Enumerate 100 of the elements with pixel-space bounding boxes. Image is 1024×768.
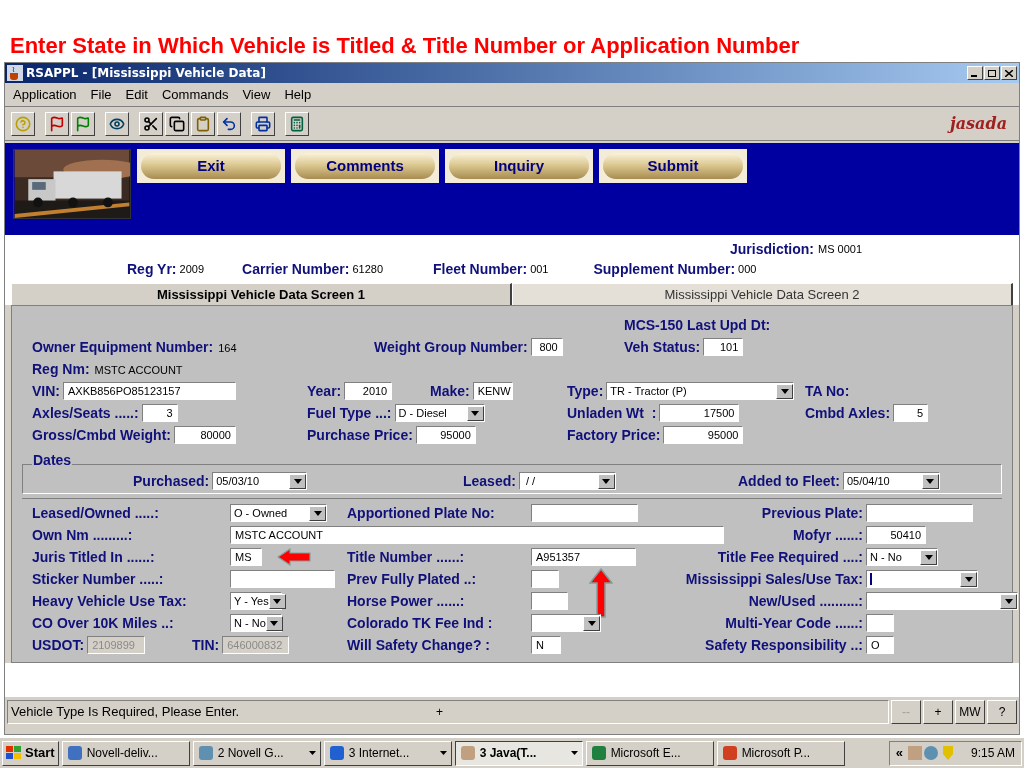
taskbar-item[interactable]: Microsoft P... bbox=[716, 740, 845, 766]
close-button[interactable] bbox=[1001, 66, 1017, 80]
dropdown-button[interactable] bbox=[920, 549, 937, 565]
text-field[interactable]: 5 bbox=[893, 404, 929, 422]
tab[interactable]: Mississippi Vehicle Data Screen 1 bbox=[11, 283, 512, 305]
toolbar-button[interactable] bbox=[139, 111, 163, 136]
toolbar-button[interactable] bbox=[217, 111, 241, 136]
status-button[interactable]: ? bbox=[987, 700, 1017, 724]
text-field[interactable]: AXKB856PO85123157 bbox=[63, 382, 236, 400]
dropdown-button[interactable] bbox=[921, 473, 939, 489]
taskbar-item[interactable]: 3 Java(T... bbox=[454, 740, 583, 766]
dropdown-field[interactable]: N - No bbox=[866, 548, 938, 566]
toolbar-button[interactable] bbox=[191, 111, 215, 136]
field-label: Reg Nm: bbox=[32, 359, 91, 379]
dropdown-field[interactable] bbox=[531, 614, 601, 632]
copy-icon bbox=[169, 115, 185, 132]
text-field[interactable] bbox=[866, 504, 973, 522]
tab[interactable]: Mississippi Vehicle Data Screen 2 bbox=[512, 283, 1013, 305]
text-field[interactable]: 95000 bbox=[663, 426, 744, 444]
minimize-button[interactable] bbox=[967, 66, 983, 80]
caret-icon bbox=[926, 478, 935, 484]
taskbar-item[interactable]: Novell-deliv... bbox=[61, 740, 190, 766]
menu-item[interactable]: View bbox=[242, 84, 271, 105]
status-message: Vehicle Type Is Required, Please Enter. bbox=[11, 703, 241, 722]
menu-item[interactable]: File bbox=[90, 84, 112, 105]
dropdown-button[interactable] bbox=[309, 505, 326, 521]
taskbar-item[interactable]: 3 Internet... bbox=[323, 740, 452, 766]
text-field[interactable] bbox=[230, 570, 335, 588]
caret-icon bbox=[439, 751, 447, 755]
dropdown-button[interactable] bbox=[265, 615, 283, 631]
dropdown-button[interactable] bbox=[268, 593, 286, 609]
caret-icon bbox=[273, 598, 282, 604]
status-button[interactable]: + bbox=[923, 700, 953, 724]
text-field[interactable]: 3 bbox=[141, 404, 178, 422]
text-field[interactable] bbox=[531, 592, 568, 610]
menu-item[interactable]: Application bbox=[13, 84, 77, 105]
dropdown-button[interactable] bbox=[1000, 593, 1017, 609]
dropdown-button[interactable] bbox=[466, 405, 484, 421]
text-field[interactable]: 101 bbox=[703, 338, 744, 356]
text-field[interactable]: 50410 bbox=[866, 526, 926, 544]
toolbar-button[interactable] bbox=[285, 111, 309, 136]
dropdown-button[interactable] bbox=[960, 571, 977, 587]
text-field[interactable]: N bbox=[531, 636, 561, 654]
text-field[interactable]: MSTC ACCOUNT bbox=[230, 526, 724, 544]
menu-item[interactable]: Help bbox=[284, 84, 312, 105]
field-label: Title Fee Required ....: bbox=[716, 547, 864, 567]
toolbar-button[interactable] bbox=[11, 111, 35, 136]
dropdown-field[interactable]: 05/03/10 bbox=[212, 472, 308, 490]
action-button[interactable]: Exit bbox=[141, 153, 281, 179]
text-field[interactable]: MS bbox=[230, 548, 262, 566]
text-field[interactable]: 800 bbox=[530, 338, 563, 356]
caret-icon bbox=[780, 388, 789, 394]
dropdown-button[interactable] bbox=[597, 473, 615, 489]
dropdown-field[interactable]: 05/04/10 bbox=[842, 472, 940, 490]
menu-item[interactable]: Commands bbox=[161, 84, 229, 105]
dropdown-field[interactable]: TR - Tractor (P) bbox=[606, 382, 795, 400]
action-button[interactable]: Inquiry bbox=[449, 153, 589, 179]
dropdown-button[interactable] bbox=[776, 383, 794, 399]
toolbar-button[interactable] bbox=[71, 111, 95, 136]
clock: 9:15 AM bbox=[970, 745, 1015, 762]
dropdown-field[interactable]: O - Owned bbox=[230, 504, 327, 522]
caret-icon bbox=[924, 554, 933, 560]
field-value: MSTC ACCOUNT bbox=[94, 364, 183, 376]
tray-toggle[interactable]: « bbox=[895, 743, 903, 763]
field-value: 001 bbox=[530, 261, 549, 277]
app-icon bbox=[197, 745, 214, 761]
maximize-button[interactable] bbox=[984, 66, 1000, 80]
text-field[interactable]: 2010 bbox=[344, 382, 393, 400]
taskbar-item[interactable]: Microsoft E... bbox=[585, 740, 714, 766]
text-field[interactable]: 80000 bbox=[173, 426, 236, 444]
dropdown-button[interactable] bbox=[289, 473, 307, 489]
action-button[interactable]: Submit bbox=[603, 153, 743, 179]
text-field[interactable]: O bbox=[866, 636, 894, 654]
dropdown-button[interactable] bbox=[583, 615, 600, 631]
toolbar-button[interactable] bbox=[251, 111, 275, 136]
start-button[interactable]: Start bbox=[2, 740, 59, 766]
text-field[interactable] bbox=[866, 614, 894, 632]
dropdown-field[interactable]: D - Diesel bbox=[394, 404, 485, 422]
toolbar-button[interactable] bbox=[165, 111, 189, 136]
dropdown-field[interactable]: / / bbox=[518, 472, 616, 490]
menu-item[interactable]: Edit bbox=[125, 84, 148, 105]
dropdown-field[interactable] bbox=[866, 570, 978, 588]
text-field[interactable]: 95000 bbox=[415, 426, 476, 444]
action-button[interactable]: Comments bbox=[295, 153, 435, 179]
taskbar-item[interactable]: 2 Novell G... bbox=[192, 740, 321, 766]
caret-icon bbox=[471, 410, 480, 416]
dropdown-field[interactable] bbox=[866, 592, 1018, 610]
text-field[interactable] bbox=[531, 570, 559, 588]
field-label: New/Used ..........: bbox=[747, 591, 864, 611]
text-field[interactable] bbox=[531, 504, 638, 522]
text-field[interactable]: 17500 bbox=[659, 404, 740, 422]
text-field[interactable]: A951357 bbox=[531, 548, 636, 566]
close-icon bbox=[1005, 69, 1013, 77]
toolbar-button[interactable] bbox=[45, 111, 69, 136]
app-icon bbox=[459, 745, 476, 761]
toolbar-button[interactable] bbox=[105, 111, 129, 136]
logo: jasada bbox=[949, 112, 1007, 135]
status-button[interactable]: MW bbox=[955, 700, 985, 724]
text-field[interactable]: KENW bbox=[472, 382, 513, 400]
dropdown-field[interactable]: N - No bbox=[230, 614, 282, 632]
